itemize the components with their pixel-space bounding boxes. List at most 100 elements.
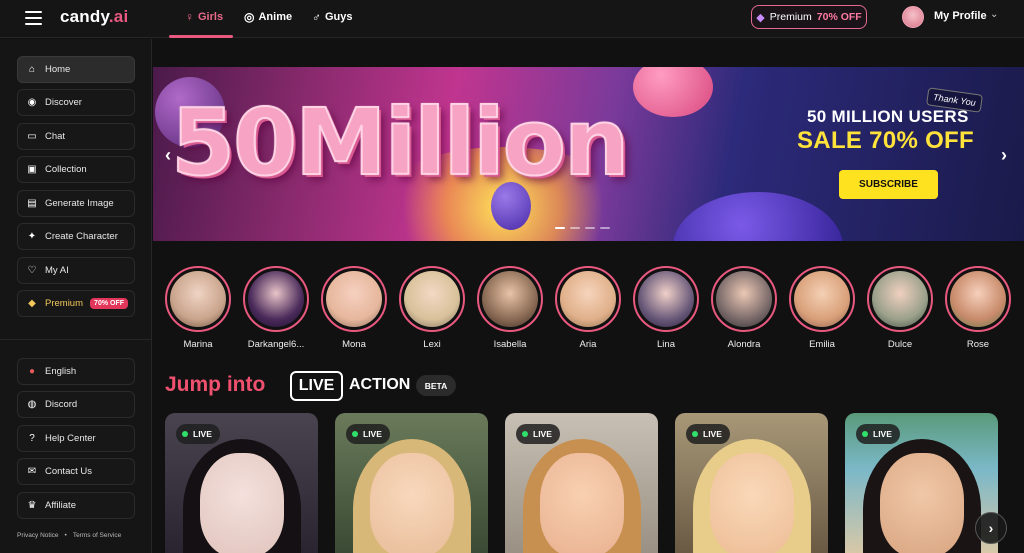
live-card[interactable]: LIVE	[335, 413, 488, 553]
tab-girls-label: Girls	[198, 11, 224, 23]
character-avatar	[945, 266, 1011, 332]
carousel-dot[interactable]	[570, 227, 580, 229]
live-card[interactable]: LIVE	[675, 413, 828, 553]
divider	[0, 339, 152, 340]
character-name: Rose	[966, 339, 990, 350]
logo[interactable]: candy.ai	[60, 7, 128, 27]
sidebar-item-collection[interactable]: ▣ Collection	[17, 156, 135, 183]
character-item[interactable]: Emilia	[787, 266, 857, 350]
card-photo-face	[879, 453, 964, 553]
character-item[interactable]: Mona	[319, 266, 389, 350]
character-item[interactable]: Dulce	[865, 266, 935, 350]
sidebar-item-label: Home	[45, 64, 71, 75]
character-item[interactable]: Aria	[553, 266, 623, 350]
mail-icon: ✉	[27, 466, 37, 477]
sidebar: ⌂ Home ◉ Discover ▭ Chat ▣ Collection ▤ …	[0, 39, 152, 553]
sidebar-item-contact-us[interactable]: ✉ Contact Us	[17, 458, 135, 485]
character-item[interactable]: Lexi	[397, 266, 467, 350]
balloon-graphic	[673, 192, 843, 241]
card-photo-face	[369, 453, 454, 553]
carousel-dot[interactable]	[585, 227, 595, 229]
active-tab-indicator	[169, 35, 233, 38]
heart-icon: ♡	[27, 265, 37, 276]
sidebar-item-my-ai[interactable]: ♡ My AI	[17, 257, 135, 284]
sidebar-item-discover[interactable]: ◉ Discover	[17, 89, 135, 116]
live-label: LIVE	[290, 371, 343, 401]
sidebar-item-generate-image[interactable]: ▤ Generate Image	[17, 190, 135, 217]
subscribe-button[interactable]: SUBSCRIBE	[839, 170, 938, 199]
character-item[interactable]: Marina	[163, 266, 233, 350]
character-avatar	[321, 266, 387, 332]
sidebar-item-chat[interactable]: ▭ Chat	[17, 123, 135, 150]
card-photo-face	[709, 453, 794, 553]
chevron-down-icon[interactable]: ⌄	[990, 9, 998, 20]
character-item[interactable]: Alondra	[709, 266, 779, 350]
chat-icon: ▭	[27, 131, 37, 142]
banner-big-text: 50Million	[170, 88, 630, 197]
character-name: Aria	[579, 339, 597, 350]
sidebar-item-affiliate[interactable]: ♛ Affiliate	[17, 492, 135, 519]
privacy-link[interactable]: Privacy Notice	[17, 532, 59, 539]
character-item[interactable]: Darkangel6...	[241, 266, 311, 350]
promo-banner[interactable]: 50Million Thank You 50 MILLION USERS SAL…	[153, 67, 1024, 241]
character-photo	[872, 271, 928, 327]
flag-icon: ●	[28, 366, 36, 377]
character-photo	[482, 271, 538, 327]
footer-links: Privacy Notice • Terms of Service	[17, 532, 121, 539]
character-item[interactable]: Lina	[631, 266, 701, 350]
magic-wand-icon: ✦	[27, 231, 37, 242]
sidebar-item-label: Generate Image	[45, 198, 114, 209]
live-badge: LIVE	[176, 424, 220, 444]
character-item[interactable]: Isabella	[475, 266, 545, 350]
terms-link[interactable]: Terms of Service	[73, 532, 121, 539]
tab-guys[interactable]: ♂ Guys	[312, 10, 353, 24]
chevron-right-icon[interactable]: ›	[975, 512, 1007, 544]
premium-button[interactable]: ◆ Premium 70% OFF	[751, 5, 867, 29]
carousel-dot[interactable]	[555, 227, 565, 229]
avatar[interactable]	[902, 6, 924, 28]
premium-label: Premium	[769, 11, 812, 23]
sidebar-item-label: Affiliate	[45, 500, 76, 511]
sidebar-item-label: Collection	[45, 164, 87, 175]
sidebar-item-home[interactable]: ⌂ Home	[17, 56, 135, 83]
carousel-dot[interactable]	[600, 227, 610, 229]
character-photo	[638, 271, 694, 327]
tab-girls[interactable]: ♀ Girls	[185, 10, 223, 24]
carousel-dots	[555, 227, 610, 229]
live-badge-label: LIVE	[873, 429, 892, 439]
profile-label[interactable]: My Profile	[934, 10, 987, 22]
character-photo	[950, 271, 1006, 327]
chevron-left-icon[interactable]: ‹	[165, 145, 171, 166]
menu-icon[interactable]	[25, 11, 42, 25]
character-name: Lina	[657, 339, 675, 350]
character-avatar	[711, 266, 777, 332]
character-name: Mona	[342, 339, 366, 350]
live-badge: LIVE	[346, 424, 390, 444]
sidebar-item-label: Contact Us	[45, 466, 92, 477]
home-icon: ⌂	[28, 64, 36, 75]
tab-anime[interactable]: ◎ Anime	[244, 10, 292, 24]
sidebar-item-english[interactable]: ● English	[17, 358, 135, 385]
character-avatar	[867, 266, 933, 332]
collection-icon: ▣	[27, 164, 37, 175]
discount-badge: 70% OFF	[90, 298, 128, 309]
female-icon: ♀	[185, 10, 194, 24]
character-photo	[404, 271, 460, 327]
sidebar-item-premium[interactable]: ◆ Premium 70% OFF	[17, 290, 135, 317]
character-item[interactable]: Rose	[943, 266, 1013, 350]
character-avatar	[165, 266, 231, 332]
card-photo-face	[539, 453, 624, 553]
sidebar-item-help-center[interactable]: ? Help Center	[17, 425, 135, 452]
live-badge-label: LIVE	[533, 429, 552, 439]
live-card[interactable]: LIVE	[505, 413, 658, 553]
character-photo	[560, 271, 616, 327]
premium-discount: 70% OFF	[816, 11, 862, 23]
sidebar-item-create-character[interactable]: ✦ Create Character	[17, 223, 135, 250]
character-photo	[794, 271, 850, 327]
chevron-right-icon[interactable]: ›	[1001, 145, 1007, 166]
diamond-icon: ◆	[28, 298, 36, 309]
sidebar-item-discord[interactable]: ◍ Discord	[17, 391, 135, 418]
character-name: Isabella	[493, 339, 527, 350]
live-card[interactable]: LIVE	[165, 413, 318, 553]
live-dot-icon	[692, 431, 698, 437]
